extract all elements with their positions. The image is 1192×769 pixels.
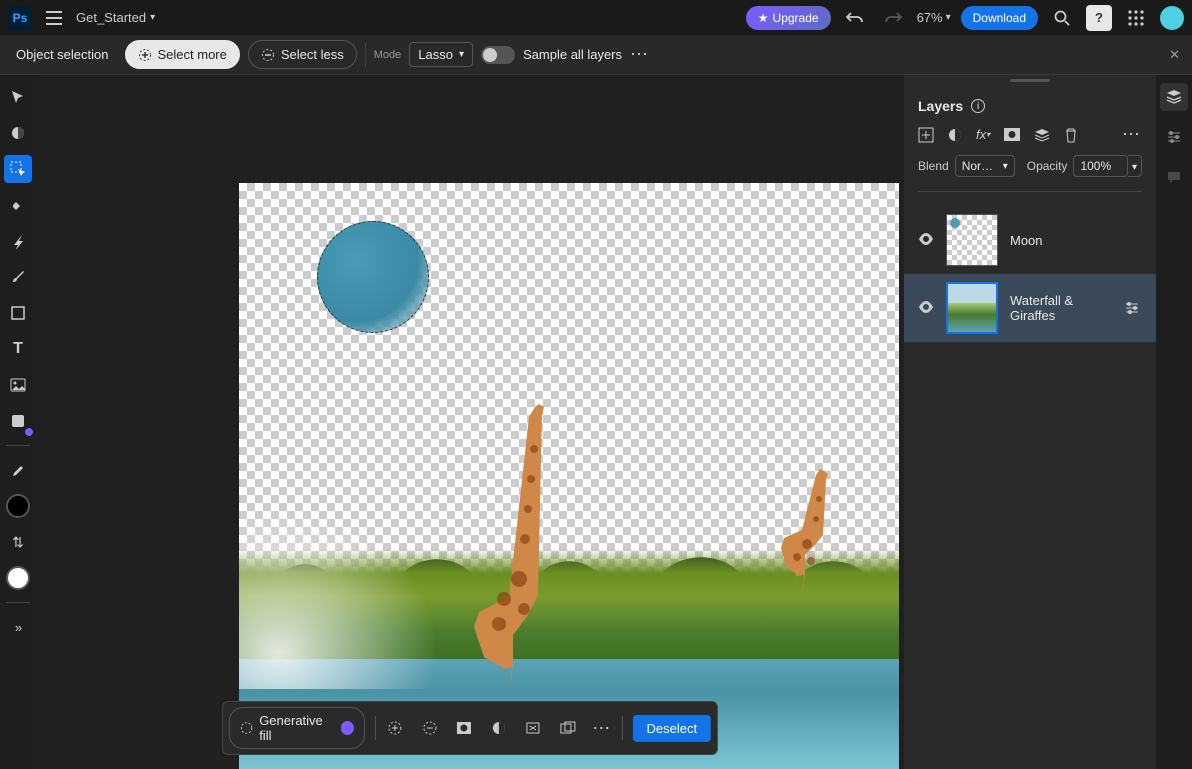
layer-more-icon[interactable]: ⋯ xyxy=(1122,124,1142,145)
chevron-down-icon: ▾ xyxy=(946,12,951,23)
zoom-value: 67% xyxy=(917,10,943,25)
transform-icon[interactable] xyxy=(518,713,549,743)
mode-value: Lasso xyxy=(418,47,453,62)
opacity-value[interactable]: 100% xyxy=(1073,155,1128,177)
expand-tools-icon[interactable]: » xyxy=(4,613,32,641)
info-icon[interactable]: i xyxy=(971,99,985,113)
apps-grid-icon[interactable] xyxy=(1122,4,1150,32)
zoom-level[interactable]: 67% ▾ xyxy=(917,10,951,25)
add-layer-icon[interactable] xyxy=(918,127,934,143)
download-button[interactable]: Download xyxy=(961,6,1038,30)
subtract-selection-icon[interactable] xyxy=(414,713,445,743)
help-icon[interactable]: ? xyxy=(1086,5,1112,31)
add-selection-icon[interactable] xyxy=(380,713,411,743)
layer-properties-icon[interactable] xyxy=(1122,298,1142,318)
swap-colors-icon[interactable]: ⇅ xyxy=(4,528,32,556)
layer-thumbnail[interactable] xyxy=(946,214,998,266)
user-avatar[interactable] xyxy=(1160,6,1184,30)
layer-group-icon[interactable] xyxy=(1034,127,1050,143)
opacity-dropdown-icon[interactable]: ▾ xyxy=(1128,155,1142,177)
layer-visibility-icon[interactable] xyxy=(918,301,934,316)
layers-panel: Layers i fx▾ ⋯ Blend Nor… ▾ Opacity 100%… xyxy=(904,75,1156,769)
generative-fill-label: Generative fill xyxy=(259,713,334,743)
layer-name[interactable]: Waterfall & Giraffes xyxy=(1010,293,1110,323)
deselect-button[interactable]: Deselect xyxy=(633,715,712,742)
search-icon[interactable] xyxy=(1048,4,1076,32)
adjustment-icon[interactable] xyxy=(483,713,514,743)
layers-panel-title: Layers xyxy=(918,98,963,114)
layer-adjust-icon[interactable] xyxy=(948,128,962,142)
heal-tool[interactable] xyxy=(4,191,32,219)
layer-name[interactable]: Moon xyxy=(1010,233,1142,248)
more-actions-icon[interactable]: ⋯ xyxy=(587,713,618,743)
comments-tab-icon[interactable] xyxy=(1160,163,1188,191)
quick-actions-tool[interactable] xyxy=(4,227,32,255)
tools-sidebar: T ⇅ » xyxy=(0,75,36,769)
place-image-tool[interactable] xyxy=(4,371,32,399)
tool-mode-label: Object selection xyxy=(8,47,117,62)
mask-icon[interactable] xyxy=(449,713,480,743)
document-title[interactable]: Get_Started ▾ xyxy=(76,10,155,25)
generative-fill-button[interactable]: Generative fill xyxy=(229,707,365,749)
moon-selection[interactable] xyxy=(317,221,429,333)
select-less-button[interactable]: Select less xyxy=(248,40,357,69)
close-icon[interactable]: ✕ xyxy=(1169,47,1180,63)
shape-tool[interactable] xyxy=(4,299,32,327)
blend-mode-select[interactable]: Nor… ▾ xyxy=(955,155,1015,177)
select-more-label: Select more xyxy=(158,47,227,62)
opacity-label: Opacity xyxy=(1027,159,1068,173)
ai-star-icon xyxy=(341,721,354,735)
sample-all-layers-label: Sample all layers xyxy=(523,47,622,62)
select-less-label: Select less xyxy=(281,47,344,62)
opacity-value-text: 100% xyxy=(1080,159,1111,173)
giraffe-large xyxy=(464,399,574,699)
layer-row-moon[interactable]: Moon xyxy=(904,206,1156,274)
undo-button[interactable] xyxy=(841,4,869,32)
blend-mode-value: Nor… xyxy=(962,159,993,173)
mode-select[interactable]: Lasso ▾ xyxy=(409,42,473,67)
right-collapse-bar xyxy=(1156,75,1192,769)
eyedropper-tool[interactable] xyxy=(4,456,32,484)
mode-label: Mode xyxy=(374,49,402,61)
redo-button[interactable] xyxy=(879,4,907,32)
object-selection-tool[interactable] xyxy=(4,155,32,183)
hamburger-menu-icon[interactable] xyxy=(42,6,66,30)
layers-tab-icon[interactable] xyxy=(1160,83,1188,111)
canvas-area[interactable]: Generative fill ⋯ Deselect xyxy=(36,75,904,769)
document-canvas[interactable] xyxy=(239,183,899,769)
panel-drag-handle[interactable] xyxy=(1010,79,1050,82)
brush-tool[interactable] xyxy=(4,263,32,291)
select-more-button[interactable]: Select more xyxy=(125,40,240,69)
background-color[interactable] xyxy=(4,564,32,592)
chevron-down-icon: ▾ xyxy=(1003,161,1008,172)
text-tool[interactable]: T xyxy=(4,335,32,363)
layer-mask-icon[interactable] xyxy=(1004,128,1020,141)
blend-label: Blend xyxy=(918,159,949,173)
upgrade-button[interactable]: ★ Upgrade xyxy=(746,6,831,30)
layer-visibility-icon[interactable] xyxy=(918,233,934,248)
adjust-tool[interactable] xyxy=(4,119,32,147)
layer-row-waterfall[interactable]: Waterfall & Giraffes xyxy=(904,274,1156,342)
photoshop-logo: Ps xyxy=(8,6,32,30)
more-options-icon[interactable]: ⋯ xyxy=(630,44,650,65)
layer-thumbnail[interactable] xyxy=(946,282,998,334)
layer-fx-icon[interactable]: fx▾ xyxy=(976,127,990,142)
foreground-color[interactable] xyxy=(4,492,32,520)
move-tool[interactable] xyxy=(4,83,32,111)
copy-layer-icon[interactable] xyxy=(553,713,584,743)
document-title-text: Get_Started xyxy=(76,10,146,25)
chevron-down-icon: ▾ xyxy=(459,49,464,60)
delete-layer-icon[interactable] xyxy=(1064,127,1078,143)
properties-tab-icon[interactable] xyxy=(1160,123,1188,151)
chevron-down-icon: ▾ xyxy=(150,12,155,23)
star-icon: ★ xyxy=(758,11,769,25)
upgrade-label: Upgrade xyxy=(773,11,819,25)
sample-all-layers-toggle[interactable] xyxy=(481,46,515,64)
ai-tool[interactable] xyxy=(4,407,32,435)
giraffe-small xyxy=(779,469,849,599)
selection-action-bar: Generative fill ⋯ Deselect xyxy=(222,701,718,755)
